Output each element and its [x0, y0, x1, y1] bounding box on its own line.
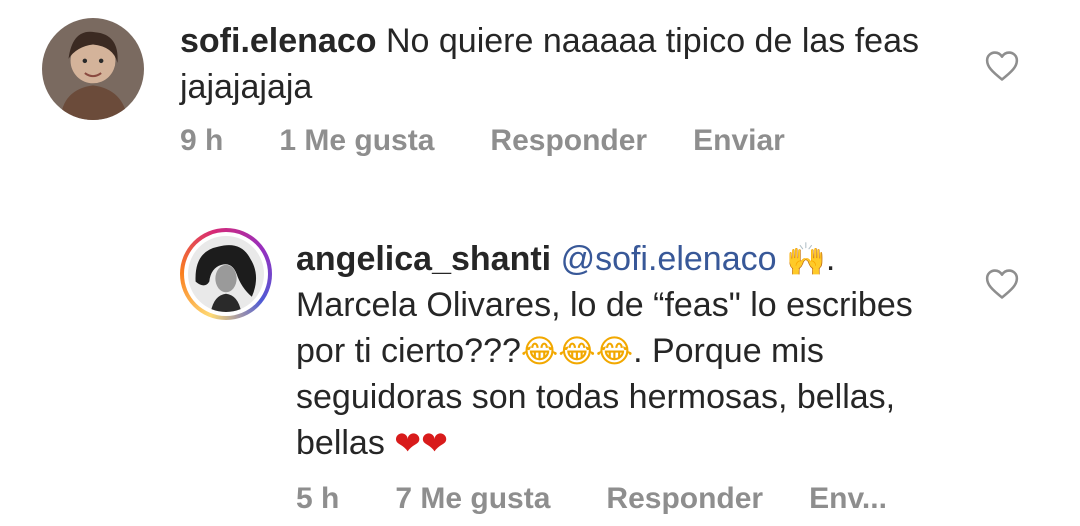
comment-meta: 5 h 7 Me gusta Responder Env... — [296, 482, 887, 516]
comment-text: angelica_shanti @sofi.elenaco 🙌. Marcela… — [296, 236, 956, 466]
heart-outline-icon — [985, 51, 1019, 81]
avatar[interactable] — [42, 18, 144, 120]
laughing-emoji: 😂😂😂 — [520, 332, 634, 370]
comment-meta: 9 h 1 Me gusta Responder Enviar — [180, 124, 785, 158]
heart-outline-icon — [985, 269, 1019, 299]
comment-likes[interactable]: 7 Me gusta — [395, 482, 550, 516]
comment-username[interactable]: angelica_shanti — [296, 240, 551, 278]
comment-time[interactable]: 5 h — [296, 482, 339, 516]
avatar-photo — [42, 18, 144, 120]
comment-username[interactable]: sofi.elenaco — [180, 22, 377, 60]
mention-link[interactable]: @sofi.elenaco — [561, 240, 777, 278]
comment-time[interactable]: 9 h — [180, 124, 223, 158]
like-button[interactable] — [985, 50, 1019, 82]
avatar — [188, 236, 264, 312]
send-button[interactable]: Env... — [809, 482, 887, 516]
reply-button[interactable]: Responder — [606, 482, 763, 516]
comment-body: . — [825, 240, 836, 278]
raised-hands-emoji: 🙌 — [786, 240, 826, 278]
reply-button[interactable]: Responder — [490, 124, 647, 158]
like-button[interactable] — [985, 268, 1019, 300]
avatar-photo — [188, 236, 264, 312]
story-ring[interactable] — [180, 228, 272, 320]
comment-likes[interactable]: 1 Me gusta — [279, 124, 434, 158]
red-heart-emoji: ❤❤ — [394, 424, 448, 462]
send-button[interactable]: Enviar — [693, 124, 785, 158]
comment-text: sofi.elenaco No quiere naaaaa tipico de … — [180, 18, 970, 110]
